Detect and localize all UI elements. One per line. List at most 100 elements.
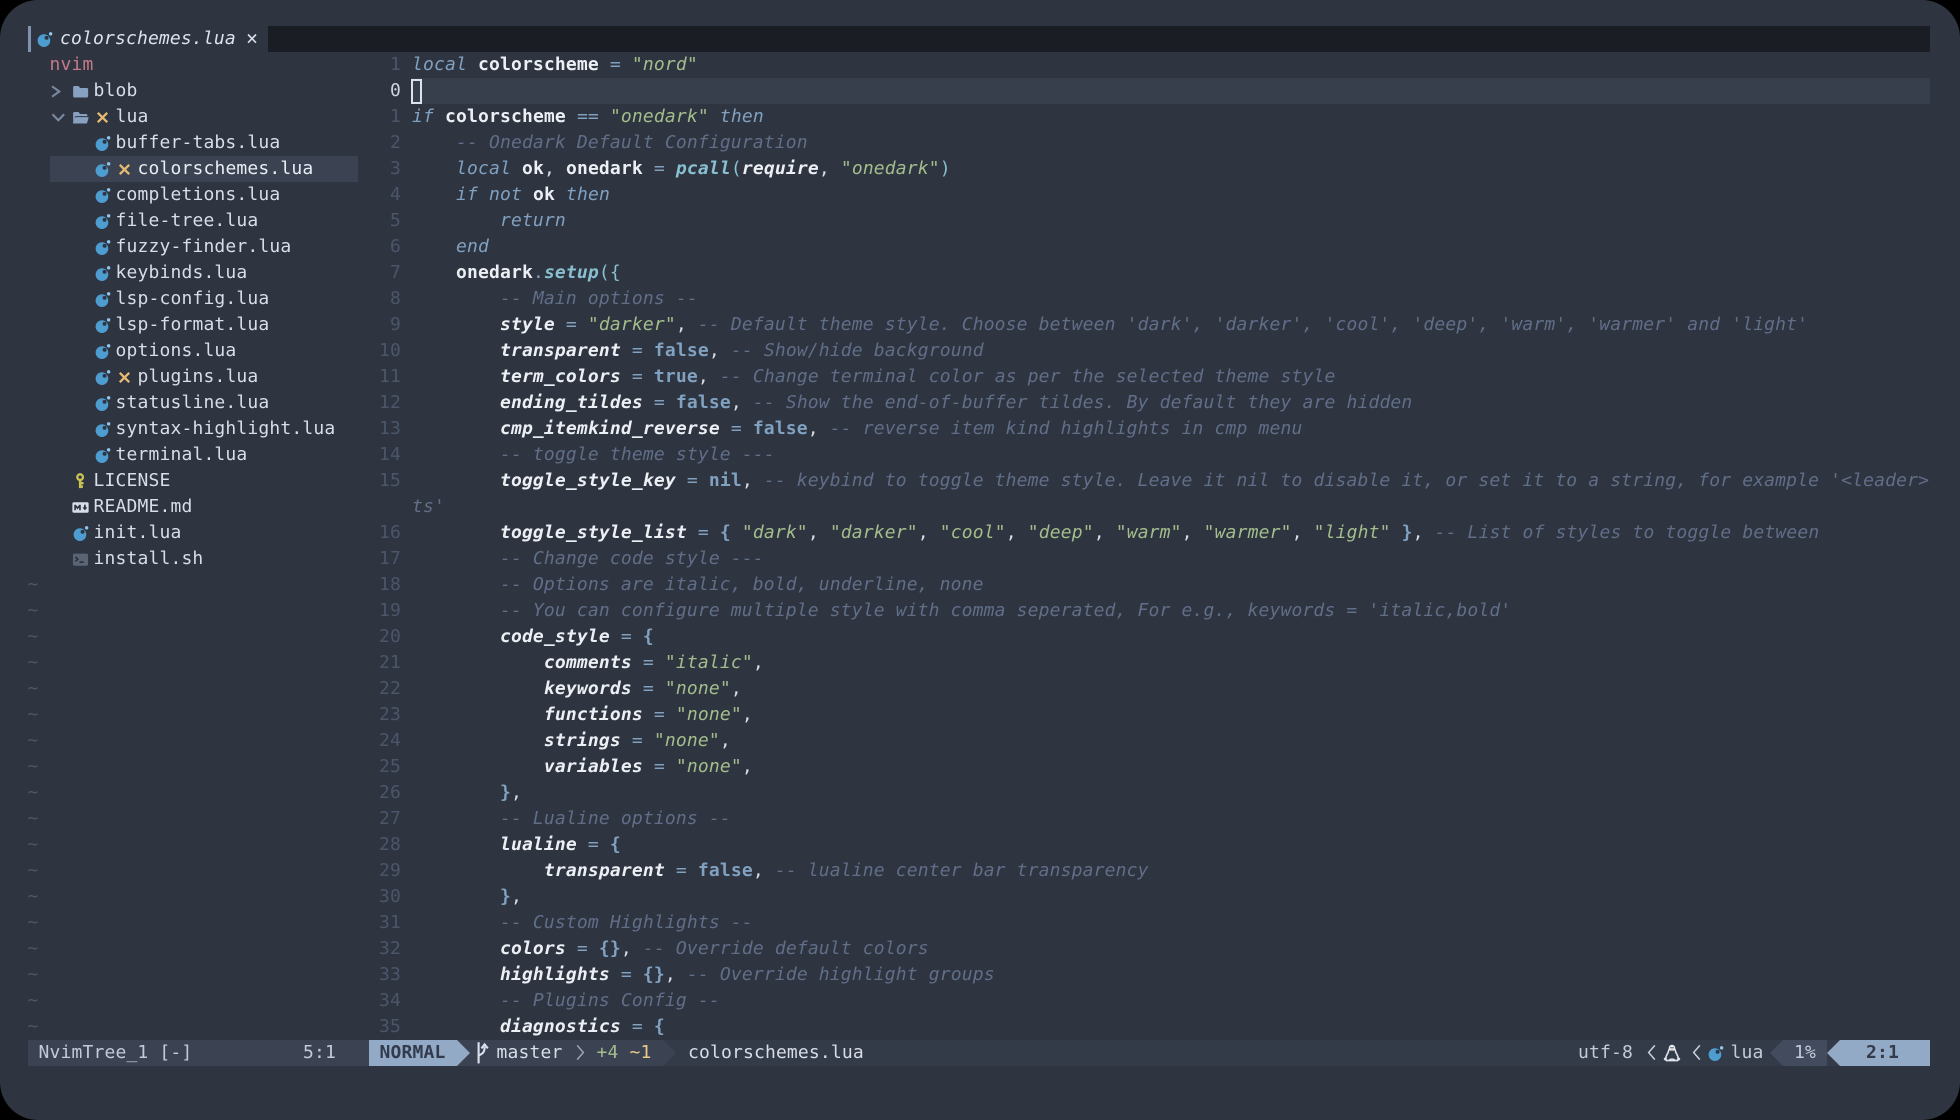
- code-token: [643, 340, 654, 361]
- code-token: -- lualine center bar transparency: [775, 860, 1149, 881]
- code-text: if not ok then: [412, 182, 610, 208]
- code-token: [599, 834, 610, 855]
- code-token: [412, 210, 500, 231]
- code-token: [665, 756, 676, 777]
- code-token: ,: [808, 418, 830, 439]
- code-token: [742, 418, 753, 439]
- line-number: 28: [367, 832, 401, 858]
- code-token: if: [456, 184, 478, 205]
- editor-line: 18 -- Options are italic, bold, underlin…: [0, 572, 1930, 598]
- code-token: [709, 106, 720, 127]
- lua-filetype-icon: [1707, 1045, 1724, 1062]
- code-token: [566, 938, 577, 959]
- line-number: 0: [367, 78, 401, 104]
- code-token: toggle_style_list: [500, 522, 687, 543]
- code-token: [643, 1016, 654, 1037]
- code-token: "deep": [1028, 522, 1094, 543]
- powerline-separator: [663, 1040, 676, 1066]
- code-token: -- reverse item kind highlights in cmp m…: [830, 418, 1303, 439]
- code-token: onedark: [566, 158, 643, 179]
- code-token: ,: [709, 340, 731, 361]
- active-tab-indicator: [28, 26, 31, 52]
- code-token: ,: [621, 938, 643, 959]
- code-token: [665, 860, 676, 881]
- editor-line: 25 variables = "none",: [0, 754, 1930, 780]
- code-token: not: [489, 184, 522, 205]
- code-token: [467, 54, 478, 75]
- code-token: require: [742, 158, 819, 179]
- code-token: =: [687, 470, 698, 491]
- code-token: toggle_style_key: [500, 470, 676, 491]
- code-token: term_colors: [500, 366, 621, 387]
- code-text: },: [412, 884, 522, 910]
- code-token: -- toggle theme style ---: [500, 444, 775, 465]
- code-token: [731, 522, 742, 543]
- editor-line: 17 -- Change code style ---: [0, 546, 1930, 572]
- code-token: -- Lualine options --: [500, 808, 731, 829]
- code-token: [412, 392, 500, 413]
- editor-line: 2 -- Onedark Default Configuration: [0, 130, 1930, 156]
- code-token: [412, 652, 544, 673]
- code-token: [610, 964, 621, 985]
- code-token: =: [698, 522, 709, 543]
- code-token: -- Change code style ---: [500, 548, 764, 569]
- statusline: NvimTree_1 [-]5:1NORMALmaster+4~1colorsc…: [0, 1040, 1960, 1066]
- code-token: [643, 756, 654, 777]
- code-token: "none": [676, 704, 742, 725]
- editor-line: 35 diagnostics = {: [0, 1014, 1930, 1040]
- code-token: [412, 912, 500, 933]
- code-token: ,: [742, 756, 753, 777]
- line-number: 26: [367, 780, 401, 806]
- editor-line: 22 keywords = "none",: [0, 676, 1930, 702]
- code-text: ending_tildes = false, -- Show the end-o…: [412, 390, 1412, 416]
- code-token: "warm": [1116, 522, 1182, 543]
- editor-line: 13 cmp_itemkind_reverse = false, -- reve…: [0, 416, 1930, 442]
- code-token: lualine: [500, 834, 577, 855]
- code-token: -- Override default colors: [643, 938, 929, 959]
- tab-close-icon[interactable]: ×: [246, 25, 258, 51]
- code-token: false: [654, 340, 709, 361]
- editor-line: 20 code_style = {: [0, 624, 1930, 650]
- code-text: transparent = false, -- lualine center b…: [412, 858, 1149, 884]
- code-token: ,: [1292, 522, 1314, 543]
- code-token: functions: [544, 704, 643, 725]
- code-token: transparent: [544, 860, 665, 881]
- line-number: 10: [367, 338, 401, 364]
- code-token: nil: [709, 470, 742, 491]
- code-token: {}: [643, 964, 665, 985]
- code-token: [621, 54, 632, 75]
- code-token: [412, 314, 500, 335]
- code-token: [577, 834, 588, 855]
- editor-line: 12 ending_tildes = false, -- Show the en…: [0, 390, 1930, 416]
- code-token: colorscheme: [478, 54, 599, 75]
- code-token: "nord": [632, 54, 698, 75]
- code-token: [412, 782, 500, 803]
- tab-colorschemes-lua[interactable]: colorschemes.lua ×: [27, 26, 268, 52]
- code-token: [665, 158, 676, 179]
- code-token: [434, 106, 445, 127]
- code-token: "darker": [830, 522, 918, 543]
- code-token: [412, 730, 544, 751]
- bufferline: colorschemes.lua ×: [0, 26, 1960, 52]
- git-branch-name: master: [497, 1040, 563, 1066]
- editor-line: ts': [0, 494, 1930, 520]
- code-text: lualine = {: [412, 832, 621, 858]
- code-token: pcall: [676, 158, 731, 179]
- code-token: [643, 730, 654, 751]
- code-token: [654, 678, 665, 699]
- code-token: [555, 184, 566, 205]
- code-token: "none": [654, 730, 720, 751]
- code-token: "cool": [940, 522, 1006, 543]
- code-token: [632, 964, 643, 985]
- editor-line: 31 -- Custom Highlights --: [0, 910, 1930, 936]
- powerline-separator: [1827, 1040, 1840, 1066]
- code-text: ts': [412, 494, 445, 520]
- line-number: 29: [367, 858, 401, 884]
- line-number: 17: [367, 546, 401, 572]
- editor-line: 23 functions = "none",: [0, 702, 1930, 728]
- code-token: [412, 340, 500, 361]
- code-token: [621, 1016, 632, 1037]
- code-token: "none": [676, 756, 742, 777]
- code-token: [412, 600, 500, 621]
- code-token: [412, 236, 456, 257]
